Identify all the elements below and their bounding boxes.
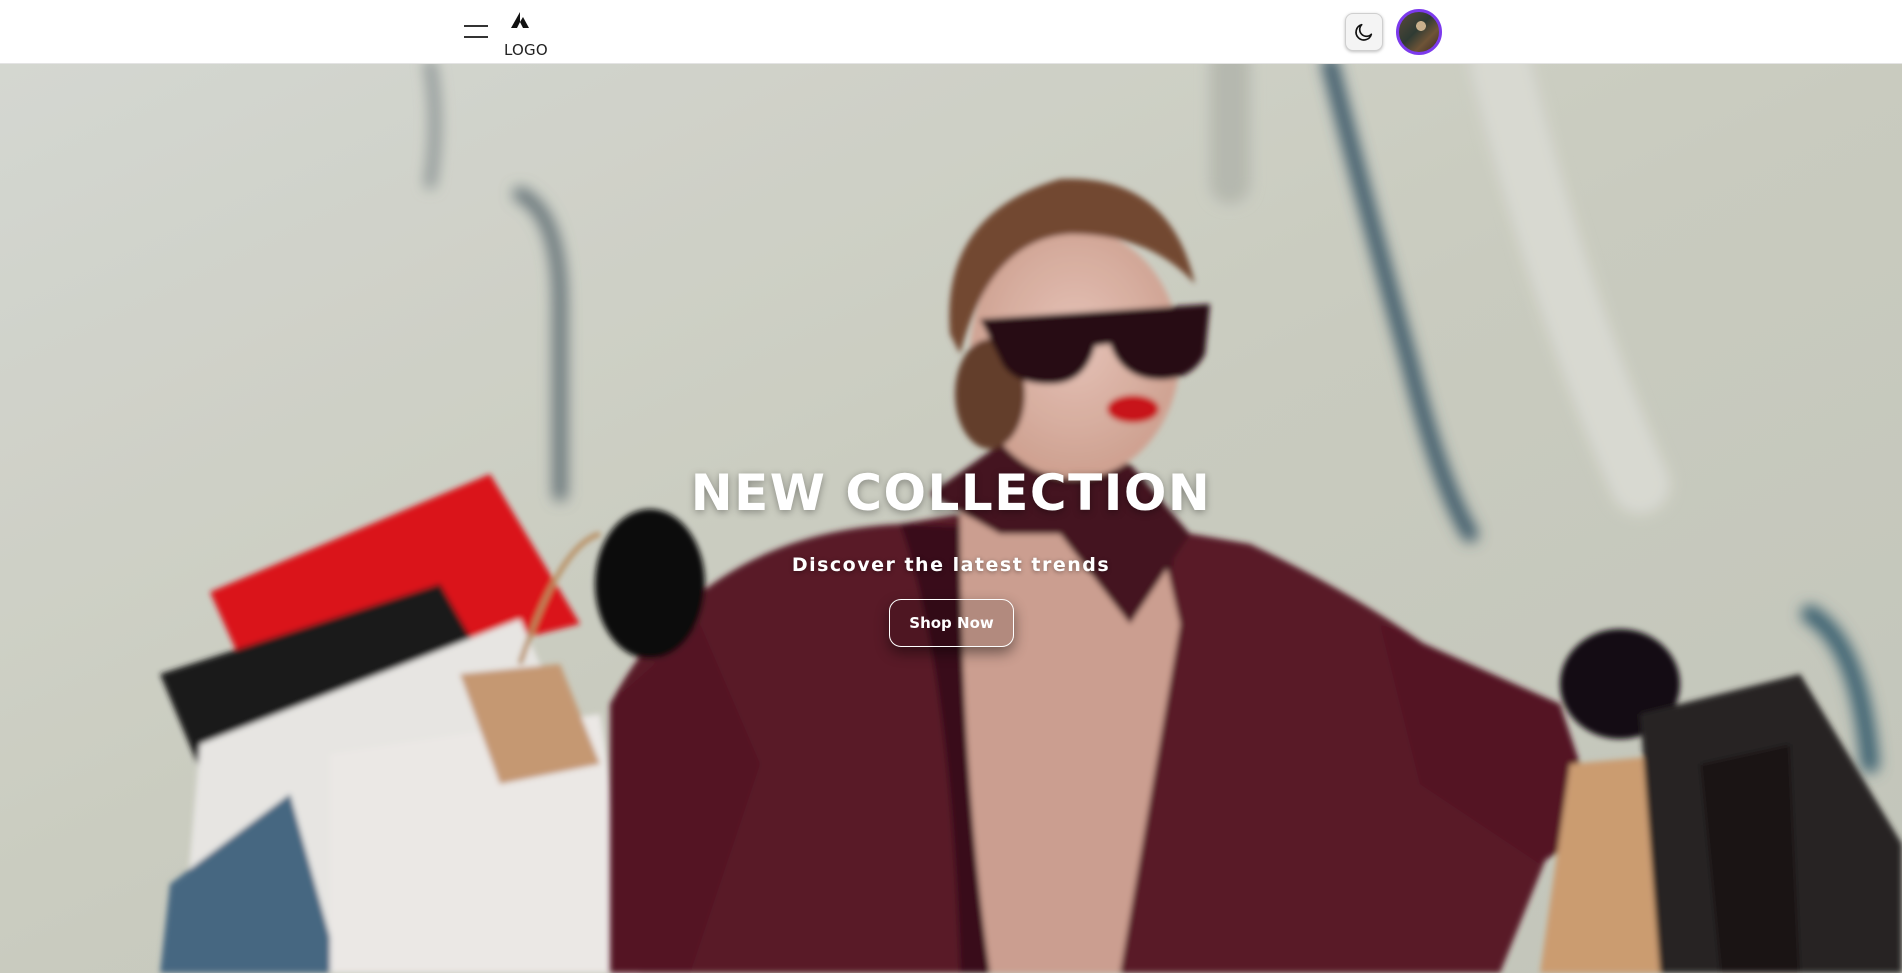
theme-toggle-button[interactable] bbox=[1345, 13, 1383, 51]
triangle-logo-icon bbox=[511, 12, 529, 28]
site-logo[interactable]: LOGO bbox=[500, 8, 550, 60]
user-avatar[interactable] bbox=[1396, 9, 1442, 55]
moon-icon bbox=[1355, 23, 1373, 41]
shop-now-button[interactable]: Shop Now bbox=[889, 599, 1014, 647]
menu-line bbox=[464, 25, 488, 27]
hero-title: NEW COLLECTION bbox=[690, 464, 1212, 522]
logo-text: LOGO bbox=[504, 41, 548, 59]
hamburger-menu-button[interactable] bbox=[458, 18, 492, 44]
site-header: LOGO bbox=[0, 0, 1902, 64]
menu-line bbox=[464, 36, 488, 38]
hero-content: NEW COLLECTION Discover the latest trend… bbox=[0, 64, 1902, 973]
hero-banner: NEW COLLECTION Discover the latest trend… bbox=[0, 64, 1902, 973]
hero-subtitle: Discover the latest trends bbox=[791, 554, 1111, 576]
